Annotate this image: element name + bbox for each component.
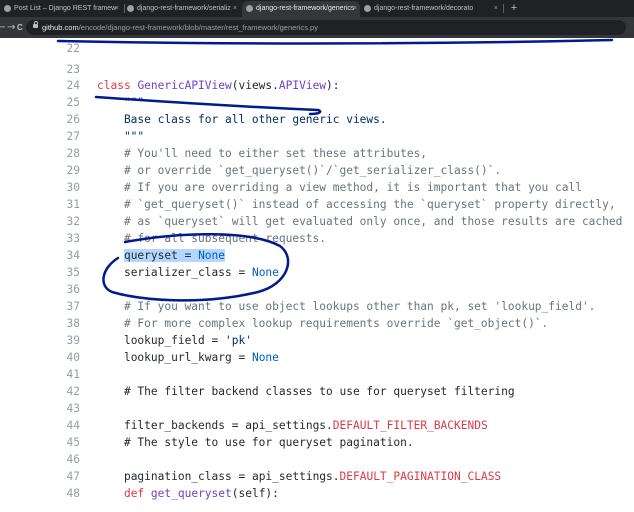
close-tab-icon[interactable]: × [353,1,357,17]
module-ref: api_settings. [251,470,340,483]
function-args: (self): [231,487,279,500]
url-path: /encode/django-rest-framework/blob/maste… [78,23,318,32]
reload-icon[interactable]: C [17,19,23,36]
constant: None [198,249,226,262]
operator: = [231,266,252,279]
operator: = [225,419,246,432]
attr-name: filter_backends [123,419,225,432]
constant: None [251,266,279,279]
class-base: APIView [278,79,327,92]
tab-title: Post List – Django REST framew [14,5,117,12]
code-viewer: 22 23 24 class GenericAPIView(views.APIVi… [0,38,634,512]
class-base-open: (views. [231,79,279,92]
close-tab-icon[interactable]: × [494,1,498,17]
forward-icon[interactable]: → [7,19,15,36]
setting-name: DEFAULT_FILTER_BACKENDS [332,419,488,432]
attr-name: lookup_field [123,334,205,347]
operator: = [231,351,252,364]
attr-name: lookup_url_kwarg [123,351,232,364]
keyword: def [123,487,145,500]
setting-name: DEFAULT_PAGINATION_CLASS [339,470,502,483]
url-text[interactable]: github.com/encode/django-rest-framework/… [42,20,318,35]
lock-icon [33,21,38,28]
attr-name: pagination_class [123,470,232,483]
browser-tab-bar: Post List – Django REST framew × django-… [0,0,634,17]
github-favicon-icon [364,4,371,12]
class-base-close: ): [326,79,340,92]
github-favicon-icon [127,4,134,12]
tab-serializers[interactable]: django-rest-framework/serializ × [127,1,240,17]
tab-title: django-rest-framework/serializ [137,5,231,12]
module-ref: api_settings. [245,419,333,432]
line-number[interactable]: 48 [46,483,80,504]
back-icon[interactable]: ← [0,19,5,36]
favicon-icon [4,4,11,12]
close-tab-icon[interactable]: × [115,1,119,17]
code-text: def get_queryset(self): [97,483,279,504]
tab-decorators[interactable]: django-rest-framework/decorato × [364,1,501,17]
constant: None [251,351,279,364]
class-name: GenericAPIView [137,79,232,92]
address-bar[interactable]: github.com/encode/django-rest-framework/… [26,20,626,35]
code-line: 22 [0,38,634,59]
browser-toolbar: ← → C github.com/encode/django-rest-fram… [0,17,634,38]
attr-name: queryset [123,249,178,262]
new-tab-button[interactable]: + [508,0,520,17]
tab-title: django-rest-framework/decorato [374,5,474,12]
operator: = [204,334,225,347]
attr-name: serializer_class [123,266,232,279]
selected-text: queryset = None [123,249,226,262]
tab-title: django-rest-framework/generics [256,5,355,12]
operator: = [177,249,199,262]
tab-generics[interactable]: django-rest-framework/generics × [242,1,360,17]
operator: = [231,470,252,483]
keyword: class [97,79,131,92]
url-host: github.com [42,23,79,32]
function-name: get_queryset [150,487,232,500]
string: 'pk' [225,334,252,347]
close-tab-icon[interactable]: × [233,1,237,17]
tab-post-list[interactable]: Post List – Django REST framew × [4,1,122,17]
code-line: 48 def get_queryset(self): [0,483,634,504]
github-favicon-icon [246,4,253,12]
line-number[interactable]: 22 [46,38,80,59]
